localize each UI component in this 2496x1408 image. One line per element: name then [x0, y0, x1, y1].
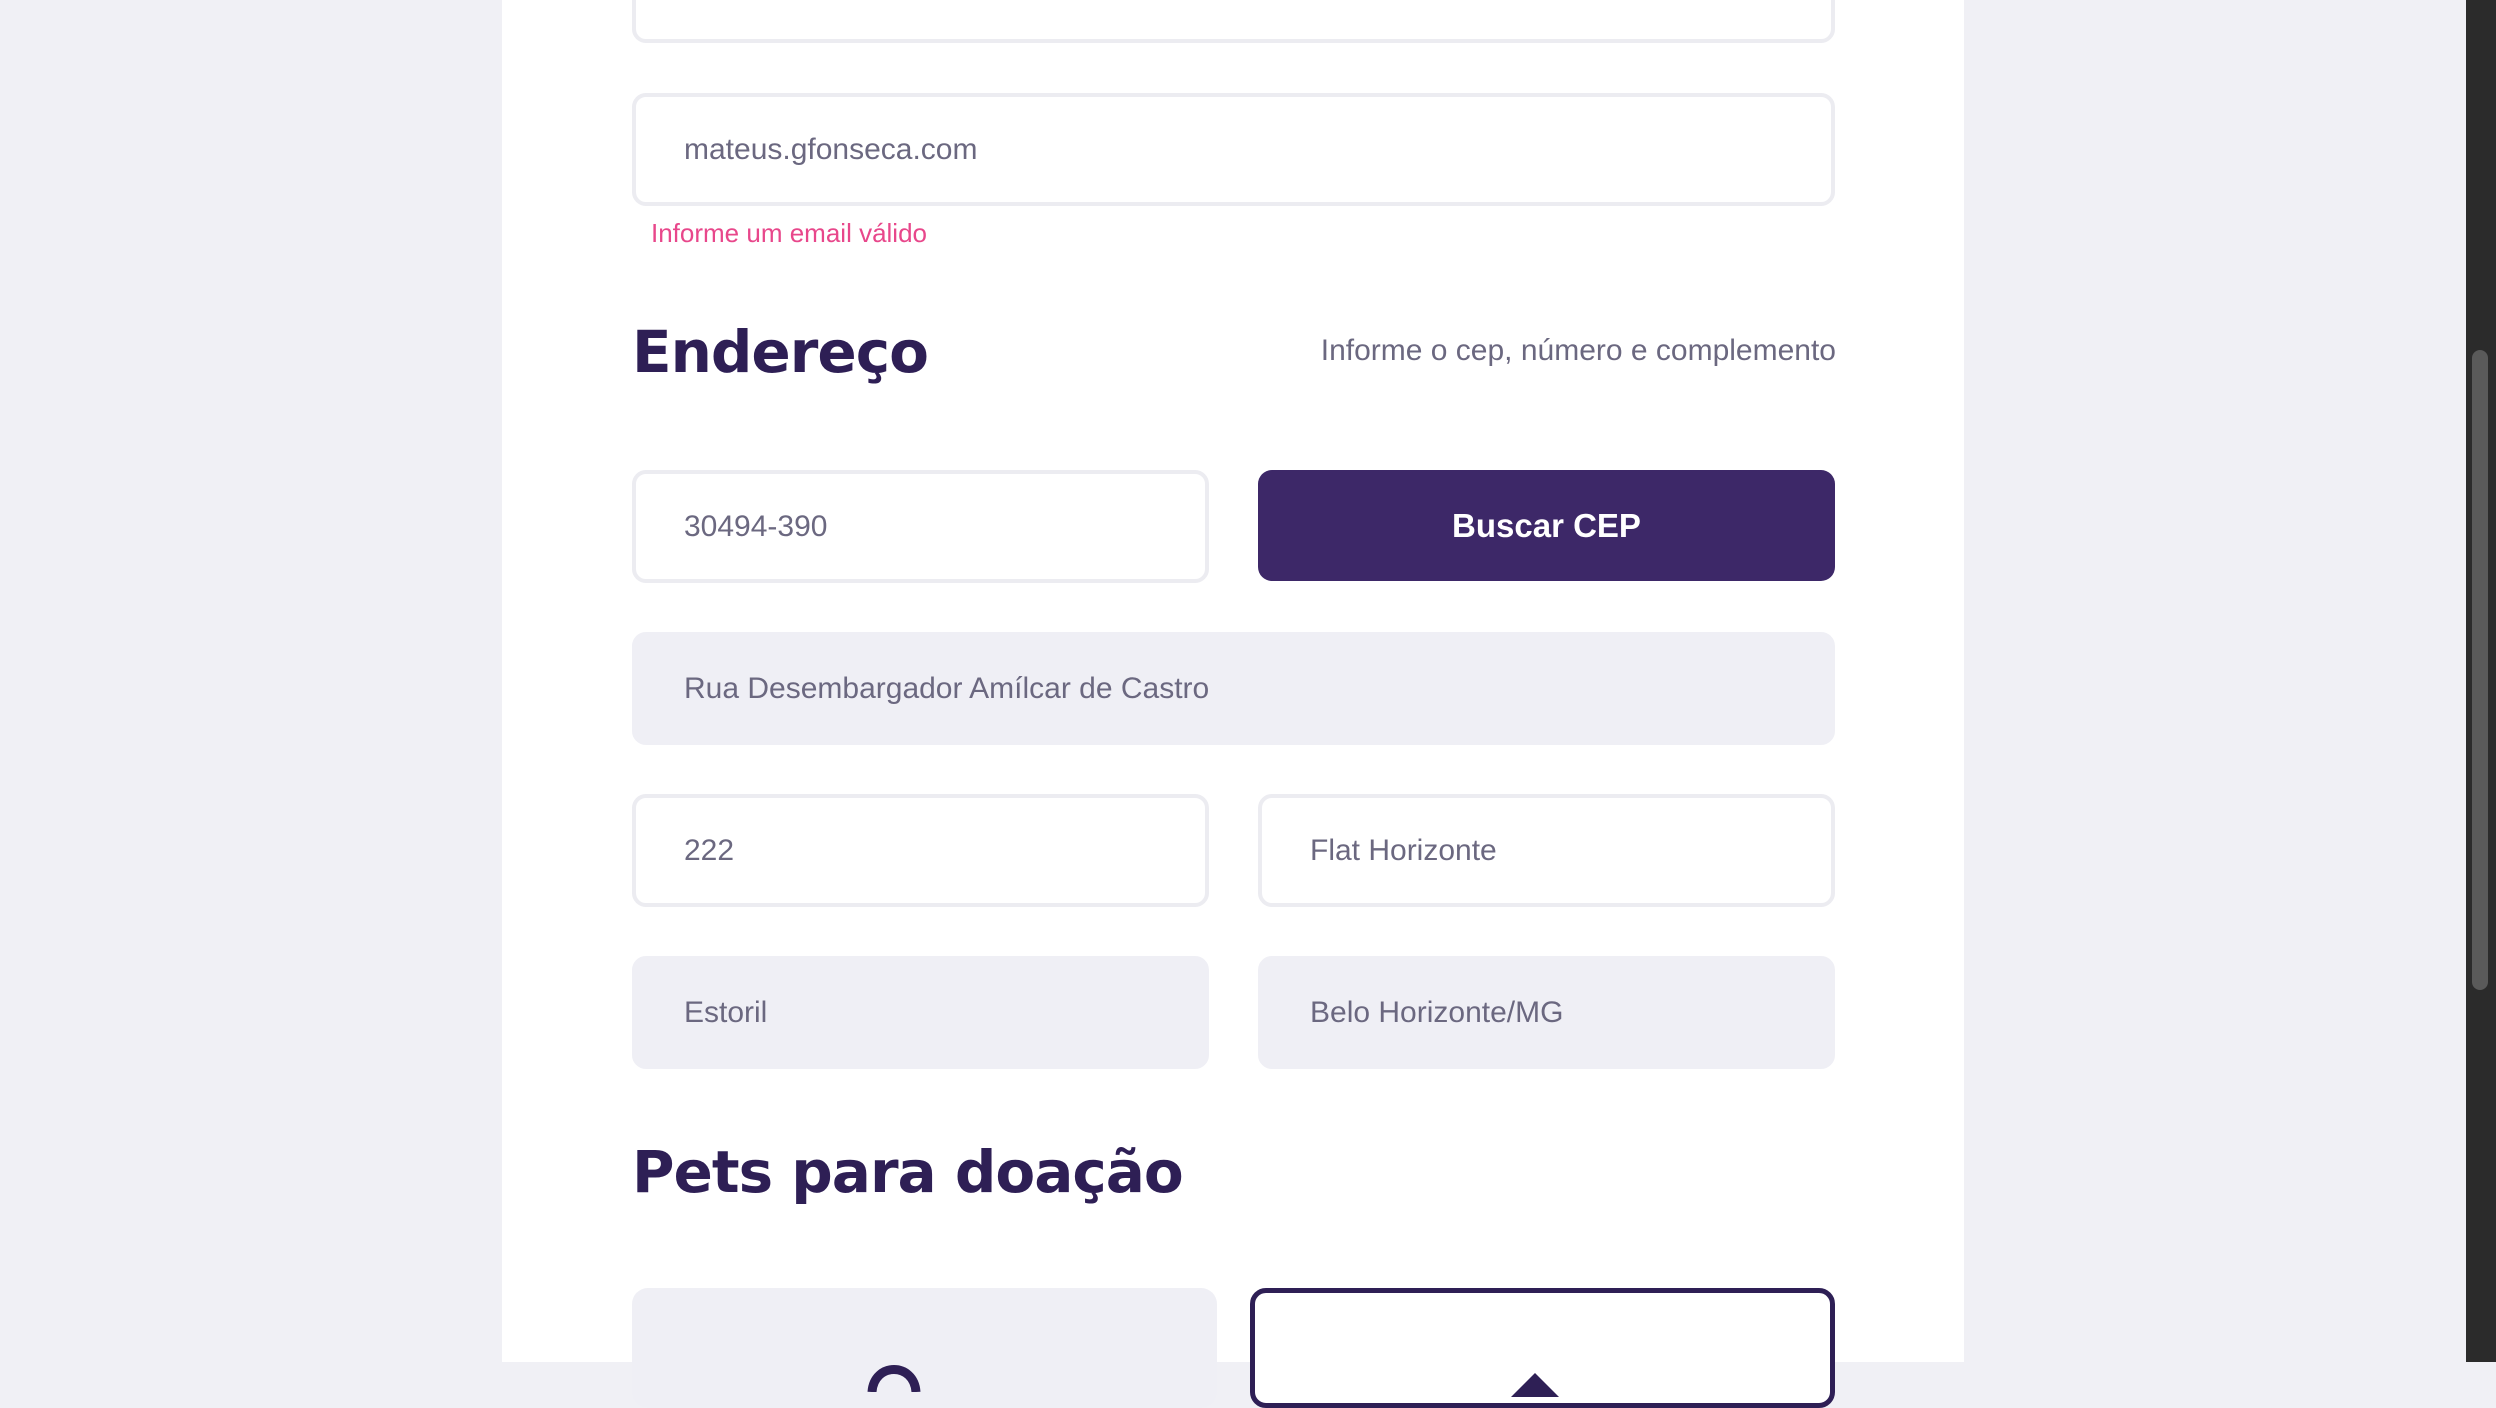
email-field[interactable]: mateus.gfonseca.com	[632, 93, 1835, 206]
email-field-value: mateus.gfonseca.com	[684, 132, 978, 166]
page-background-left	[0, 0, 502, 1362]
search-cep-button[interactable]: Buscar CEP	[1258, 470, 1835, 581]
complement-field[interactable]: Flat Horizonte	[1258, 794, 1835, 907]
scrollbar-thumb[interactable]	[2472, 350, 2488, 990]
city-field[interactable]: Belo Horizonte/MG	[1258, 956, 1835, 1069]
cep-field[interactable]: 30494-390	[632, 470, 1209, 583]
street-field[interactable]: Rua Desembargador Amílcar de Castro	[632, 632, 1835, 745]
address-section-hint: Informe o cep, número e complemento	[1320, 334, 1836, 367]
neighborhood-field-value: Estoril	[684, 995, 768, 1029]
number-field[interactable]: 222	[632, 794, 1209, 907]
neighborhood-field[interactable]: Estoril	[632, 956, 1209, 1069]
dog-icon	[867, 1365, 921, 1392]
pet-card-cat[interactable]	[1250, 1288, 1835, 1408]
email-error-message: Informe um email válido	[651, 218, 927, 248]
cep-field-value: 30494-390	[684, 509, 828, 543]
pet-card-dog[interactable]	[632, 1288, 1217, 1408]
pets-section-title: Pets para doação	[632, 1138, 1184, 1206]
number-field-value: 222	[684, 833, 735, 867]
complement-field-value: Flat Horizonte	[1310, 833, 1497, 867]
city-field-value: Belo Horizonte/MG	[1310, 995, 1564, 1029]
scrollbar[interactable]	[2466, 0, 2496, 1362]
previous-field[interactable]	[632, 0, 1835, 43]
address-section-title: Endereço	[632, 318, 929, 386]
street-field-value: Rua Desembargador Amílcar de Castro	[684, 671, 1210, 705]
cat-icon	[1511, 1373, 1559, 1397]
page-background-right	[1964, 0, 2466, 1362]
